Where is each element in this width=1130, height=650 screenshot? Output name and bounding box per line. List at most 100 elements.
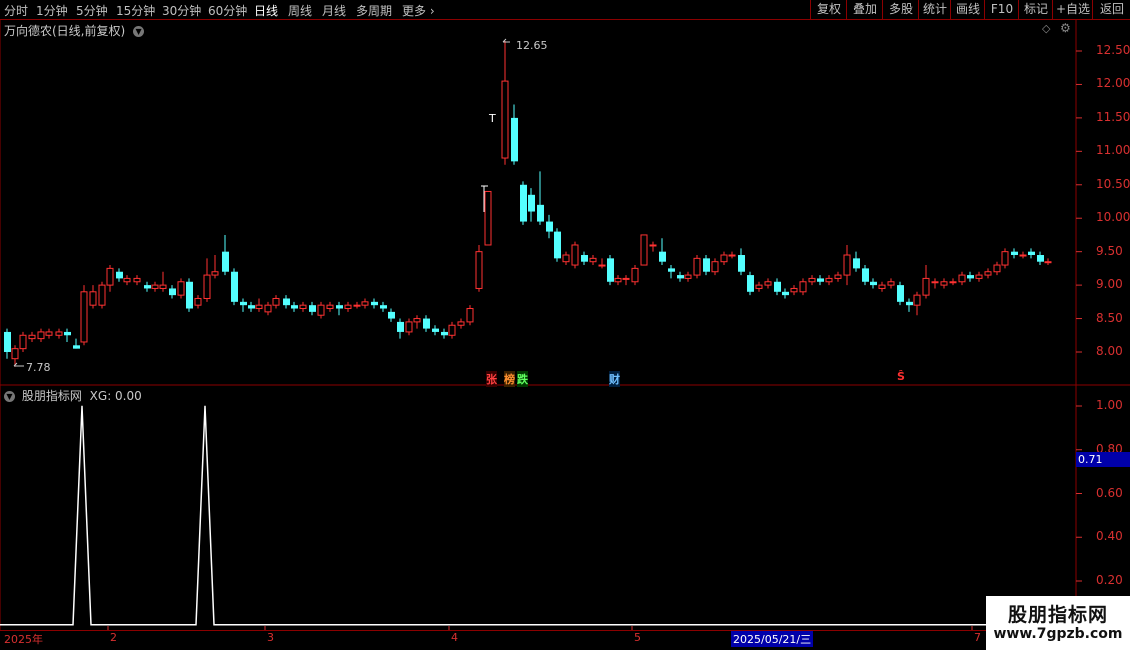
candle-body [931,281,939,284]
candle-body [353,304,361,307]
candle-body [755,284,763,289]
candle [887,278,895,289]
candle-body [98,284,106,306]
candle [484,190,492,246]
candle-body [614,277,622,283]
period-15min[interactable]: 15分钟 [116,2,155,19]
candle-body [441,331,448,336]
period-weekly[interactable]: 周线 [288,2,312,19]
candle [116,268,123,282]
candle [397,318,404,339]
multi-stock-button[interactable]: 多股 [882,0,919,19]
candle [790,285,798,296]
candle [659,238,666,266]
s-signal-marker[interactable]: Ŝ [897,370,905,383]
candle-body [668,268,675,272]
f10-button[interactable]: F10 [984,0,1019,19]
limit-down-marker[interactable]: 跌 [517,371,528,387]
price-tick: 12.50 [1096,43,1130,57]
limit-up-marker[interactable]: 张 [486,371,497,387]
candle [984,268,992,279]
candle-body [589,257,597,263]
candle-body [151,284,159,289]
candle-body [380,305,387,309]
candle-body [703,258,710,272]
candle [764,278,772,289]
back-button[interactable]: 返回 [1092,0,1130,19]
candle-body [116,271,123,279]
candle [98,281,106,309]
candle-body [711,261,719,273]
candle-body [622,277,630,280]
cursor-date-label: 2025/05/21/三 [731,631,814,647]
draw-line-button[interactable]: 画线 [950,0,985,19]
financial-report-marker[interactable]: 财 [609,371,620,387]
price-tick: 11.50 [1096,109,1130,124]
candle-body [1037,255,1044,262]
candle [144,281,151,292]
candle [668,265,675,279]
candle [747,271,754,296]
period-daily[interactable]: 日线 [254,2,278,19]
period-30min[interactable]: 30分钟 [162,2,201,19]
candle [380,301,387,312]
candle [353,301,361,309]
period-monthly[interactable]: 月线 [322,2,346,19]
candle-body [774,281,781,292]
candle [309,301,316,316]
candle-body [537,204,544,222]
high-price-label: 12.65 [516,39,548,52]
candle [133,275,141,286]
period-60min[interactable]: 60分钟 [208,2,247,19]
x-label-apr: 4 [451,631,458,644]
candle [693,255,701,279]
candle-body [528,194,535,212]
candle-body [728,254,736,257]
candle-body [581,255,588,262]
candle [186,278,193,312]
candle-body [677,275,684,279]
candle [89,285,97,309]
period-multi[interactable]: 多周期 [356,2,392,19]
candle [501,40,509,165]
candle-body [423,318,430,329]
candle [622,275,630,286]
dragon-tiger-list-marker[interactable]: 榜 [504,371,515,387]
candle [906,298,913,312]
candle [169,285,176,299]
period-minute-time[interactable]: 分时 [4,2,28,19]
candle [37,328,45,342]
candle-body [309,305,316,312]
candle [614,275,622,286]
candle [967,271,974,282]
candle-body [186,281,193,309]
candle [631,265,639,286]
candlestick-chart[interactable] [0,20,1130,386]
xg-spike-point [81,405,83,407]
period-1min[interactable]: 1分钟 [36,2,68,19]
indicator-chart[interactable] [0,386,1130,630]
period-5min[interactable]: 5分钟 [76,2,108,19]
candle [799,278,807,296]
fuquan-button[interactable]: 复权 [810,0,847,19]
candle [1011,248,1018,259]
statistics-button[interactable]: 统计 [918,0,951,19]
candle-body [738,255,745,272]
candle [878,281,886,292]
candle-body [28,334,36,340]
more-periods-button[interactable]: 更多 › [402,2,435,19]
add-favorite-button[interactable]: +自选 [1052,0,1093,19]
candle-body [562,254,570,263]
candle [571,241,579,269]
candle [870,278,877,289]
candle [913,291,921,316]
price-tick: 9.50 [1096,243,1123,258]
x-label-may: 5 [634,631,641,644]
x-label-jul: 7 [974,631,981,644]
candle-body [432,328,439,332]
candle-body [684,274,692,279]
price-tick: 12.00 [1096,76,1130,91]
mark-button[interactable]: 标记 [1018,0,1053,19]
overlay-button[interactable]: 叠加 [846,0,883,19]
candle-body [640,234,648,266]
